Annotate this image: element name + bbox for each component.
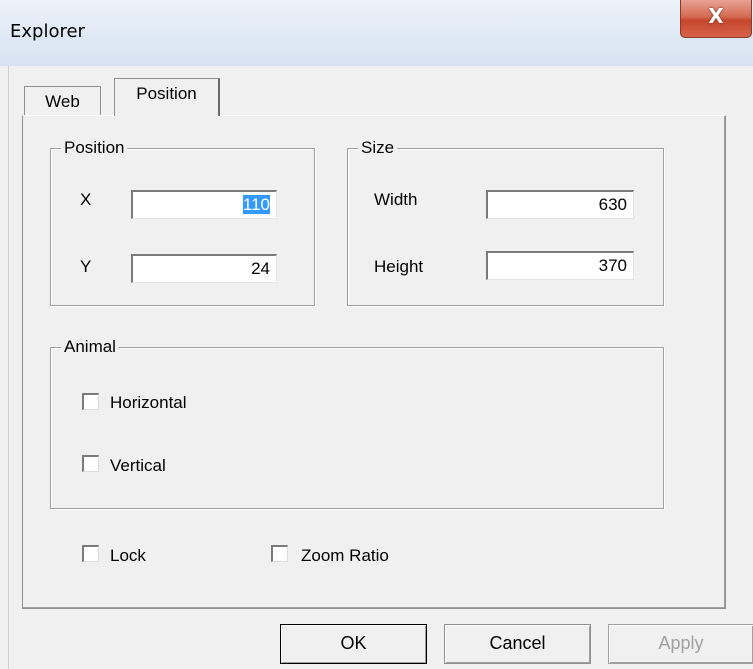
x-label: X [80, 190, 92, 209]
animal-group-label: Animal [61, 337, 119, 357]
size-group: Size [347, 138, 664, 306]
tab-web-label: Web [45, 92, 80, 111]
vertical-checkbox[interactable] [82, 455, 99, 472]
lock-label: Lock [110, 546, 146, 565]
close-button[interactable]: X [680, 0, 752, 38]
position-group-label: Position [61, 138, 128, 158]
width-input-value: 630 [598, 195, 627, 214]
x-input[interactable]: 110 [131, 190, 277, 219]
y-label: Y [80, 257, 92, 276]
zoom-ratio-label: Zoom Ratio [301, 546, 389, 565]
title-bar: Explorer X [0, 0, 753, 66]
cancel-button-label: Cancel [489, 633, 546, 653]
tab-web[interactable]: Web [24, 86, 101, 115]
close-icon: X [708, 4, 724, 28]
ok-button-label: OK [340, 633, 367, 653]
size-group-label: Size [358, 138, 398, 158]
lock-checkbox[interactable] [82, 545, 99, 562]
horizontal-checkbox[interactable] [82, 393, 99, 410]
tab-position[interactable]: Position [114, 78, 220, 116]
ok-button[interactable]: OK [280, 624, 427, 664]
horizontal-label: Horizontal [110, 393, 187, 412]
y-input[interactable]: 24 [131, 254, 277, 283]
apply-button[interactable]: Apply [608, 624, 753, 664]
height-input-value: 370 [598, 256, 627, 275]
zoom-ratio-checkbox[interactable] [271, 545, 288, 562]
apply-button-label: Apply [658, 633, 704, 653]
tab-position-label: Position [136, 84, 197, 103]
vertical-label: Vertical [110, 456, 166, 475]
cancel-button[interactable]: Cancel [444, 624, 591, 664]
window-title: Explorer [10, 21, 85, 42]
x-input-value: 110 [242, 195, 270, 214]
width-label: Width [374, 190, 418, 209]
width-input[interactable]: 630 [486, 190, 634, 219]
height-label: Height [374, 257, 424, 276]
animal-group: Animal [50, 337, 664, 509]
y-input-value: 24 [251, 259, 270, 278]
height-input[interactable]: 370 [486, 251, 634, 280]
